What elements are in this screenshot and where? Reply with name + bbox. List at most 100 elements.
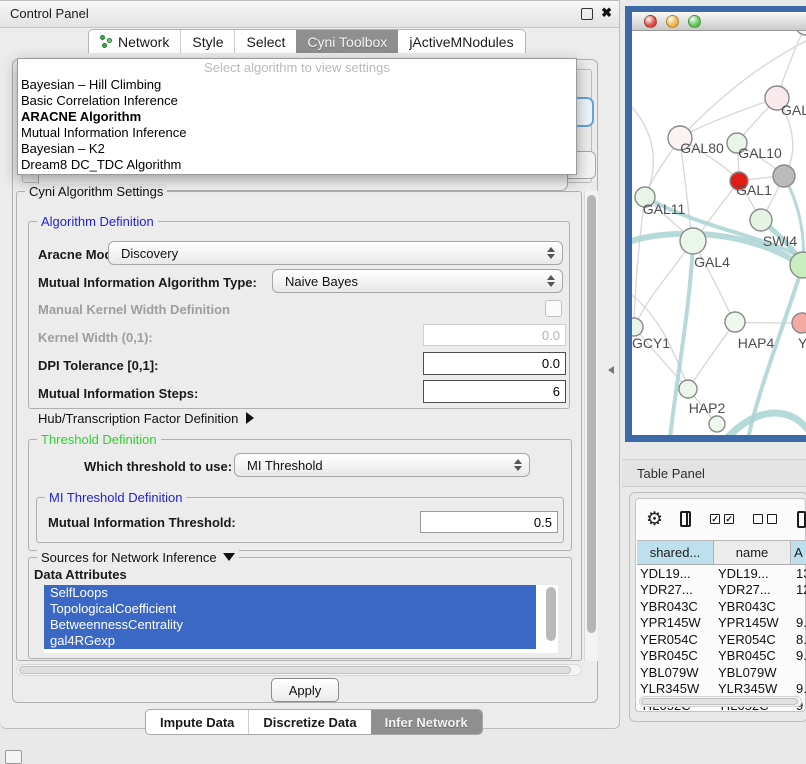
kernel-width-field[interactable] <box>423 324 566 346</box>
table-row[interactable]: YBL079WYBL079W <box>637 664 806 681</box>
list-item-selfloops[interactable]: SelfLoops <box>44 585 536 601</box>
table-cell[interactable]: 13 <box>791 566 806 581</box>
table-row[interactable]: YBR043CYBR043C <box>637 598 806 615</box>
network-edge[interactable] <box>682 98 777 136</box>
list-item-topologicalcoefficient[interactable]: TopologicalCoefficient <box>44 601 536 617</box>
page-icon[interactable] <box>797 511 806 528</box>
table-cell[interactable]: YBR045C <box>637 648 714 663</box>
mi-type-combo[interactable]: Naive Bayes <box>272 269 563 293</box>
network-edge[interactable] <box>680 41 806 138</box>
control-panel-titlebar[interactable]: Control Panel ✖ <box>0 1 619 28</box>
network-window-titlebar[interactable] <box>632 12 806 31</box>
table-row[interactable]: YDR27...YDR27...12 <box>637 582 806 599</box>
select-all-columns-icon[interactable]: ✓✓ <box>710 514 734 524</box>
aracne-mode-combo[interactable]: Discovery <box>108 241 563 265</box>
deselect-all-columns-icon[interactable] <box>753 514 777 524</box>
table-cell[interactable]: YPR145W <box>714 615 791 630</box>
sources-group-title[interactable]: Sources for Network Inference <box>37 550 239 565</box>
list-item-gal4rgexp[interactable]: gal4RGexp <box>44 633 536 649</box>
network-edge[interactable] <box>632 101 653 197</box>
close-traffic-light[interactable] <box>644 15 657 28</box>
which-threshold-combo[interactable]: MI Threshold <box>234 453 530 477</box>
table-cell[interactable]: YBR045C <box>714 648 791 663</box>
close-window-icon[interactable]: ✖ <box>601 5 612 21</box>
tab-impute-data[interactable]: Impute Data <box>146 710 248 734</box>
column-header-shared-name[interactable]: shared... <box>637 541 714 564</box>
scrollbar-thumb[interactable] <box>641 698 798 705</box>
split-pane-collapse-handle[interactable] <box>608 366 614 374</box>
column-header-partial[interactable]: A <box>791 541 806 564</box>
network-node[interactable] <box>725 312 745 332</box>
list-item-betweennesscentrality[interactable]: BetweennessCentrality <box>44 617 536 633</box>
network-node[interactable] <box>709 416 725 432</box>
column-header-name[interactable]: name <box>714 541 791 564</box>
network-node[interactable] <box>790 252 806 278</box>
tab-style[interactable]: Style <box>180 30 234 53</box>
table-cell[interactable]: 9. <box>791 615 806 630</box>
dropdown-item-mutual-information[interactable]: Mutual Information Inference <box>18 125 576 141</box>
table-cell[interactable]: 9. <box>791 648 806 663</box>
network-canvas[interactable]: GALGAL80GAL10GAL1GAL11SWI4GAL4GCY1HAP4YH… <box>632 31 806 435</box>
network-node[interactable] <box>792 313 806 333</box>
network-node[interactable] <box>679 380 697 398</box>
network-node[interactable] <box>632 318 643 336</box>
scrollbar-thumb[interactable] <box>587 195 596 633</box>
table-cell[interactable]: YDL19... <box>714 566 791 581</box>
table-cell[interactable]: YBR043C <box>714 599 791 614</box>
table-cell[interactable]: 9. <box>791 681 806 696</box>
list-scrollbar-thumb[interactable] <box>546 587 556 641</box>
table-row[interactable]: YPR145WYPR145W9. <box>637 615 806 632</box>
tab-cyni-toolbox[interactable]: Cyni Toolbox <box>296 30 398 53</box>
zoom-traffic-light[interactable] <box>688 15 701 28</box>
table-cell[interactable]: YDR27... <box>637 582 714 597</box>
dropdown-item-basic-correlation[interactable]: Basic Correlation Inference <box>18 93 576 109</box>
tab-select[interactable]: Select <box>234 30 296 53</box>
table-cell[interactable]: 12 <box>791 582 806 597</box>
tab-network[interactable]: Network <box>89 30 180 53</box>
network-edge[interactable] <box>636 241 693 324</box>
float-window-icon[interactable] <box>581 8 593 20</box>
table-cell[interactable]: YDR27... <box>714 582 791 597</box>
tab-jactivemnodules[interactable]: jActiveMNodules <box>398 30 524 53</box>
table-cell[interactable]: YBL079W <box>637 665 714 680</box>
mi-steps-field[interactable] <box>423 380 566 403</box>
manual-kernel-checkbox[interactable] <box>545 300 562 317</box>
table-cell[interactable]: YLR345W <box>637 681 714 696</box>
table-cell[interactable]: YER054C <box>637 632 714 647</box>
table-cell[interactable]: YDL19... <box>637 566 714 581</box>
network-node[interactable] <box>750 209 772 231</box>
network-node[interactable] <box>795 31 806 35</box>
tab-discretize-data[interactable]: Discretize Data <box>248 710 370 734</box>
network-node[interactable] <box>773 165 795 187</box>
table-row[interactable]: YBR045CYBR045C9. <box>637 648 806 665</box>
table-row[interactable]: YER054CYER054C8. <box>637 631 806 648</box>
table-row[interactable]: YLR345WYLR345W9. <box>637 681 806 698</box>
dropdown-item-aracne[interactable]: ARACNE Algorithm <box>18 109 576 125</box>
network-edge-highlighted[interactable] <box>726 413 806 435</box>
dropdown-item-dream8[interactable]: Dream8 DC_TDC Algorithm <box>18 157 576 173</box>
minimize-traffic-light[interactable] <box>666 15 679 28</box>
gear-icon[interactable]: ⚙ <box>646 510 663 529</box>
table-cell[interactable]: YPR145W <box>637 615 714 630</box>
table-cell[interactable]: YLR345W <box>714 681 791 696</box>
table-cell[interactable]: YBL079W <box>714 665 791 680</box>
table-row[interactable]: YDL19...YDL19...13 <box>637 565 806 582</box>
table-cell[interactable]: YER054C <box>714 632 791 647</box>
table-cell[interactable]: 8. <box>791 632 806 647</box>
settings-horizontal-scrollbar[interactable] <box>16 664 582 676</box>
hub-definition-expander[interactable]: Hub/Transcription Factor Definition <box>38 411 254 426</box>
network-edge[interactable] <box>690 322 735 387</box>
tab-infer-network[interactable]: Infer Network <box>371 710 482 734</box>
columns-icon[interactable] <box>680 511 691 527</box>
dropdown-item-bayesian-hill-climbing[interactable]: Bayesian – Hill Climbing <box>18 77 576 93</box>
network-node[interactable] <box>680 228 706 254</box>
table-horizontal-scrollbar[interactable] <box>639 696 802 707</box>
dpi-tolerance-field[interactable] <box>423 352 566 375</box>
settings-vertical-scrollbar[interactable] <box>584 191 598 661</box>
mi-threshold-field[interactable] <box>420 511 558 533</box>
scrollbar-thumb[interactable] <box>19 666 571 674</box>
apply-button[interactable]: Apply <box>271 678 339 702</box>
dropdown-item-bayesian-k2[interactable]: Bayesian – K2 <box>18 141 576 157</box>
network-view-window[interactable]: GALGAL80GAL10GAL1GAL11SWI4GAL4GCY1HAP4YH… <box>625 6 806 442</box>
table-cell[interactable]: YBR043C <box>637 599 714 614</box>
